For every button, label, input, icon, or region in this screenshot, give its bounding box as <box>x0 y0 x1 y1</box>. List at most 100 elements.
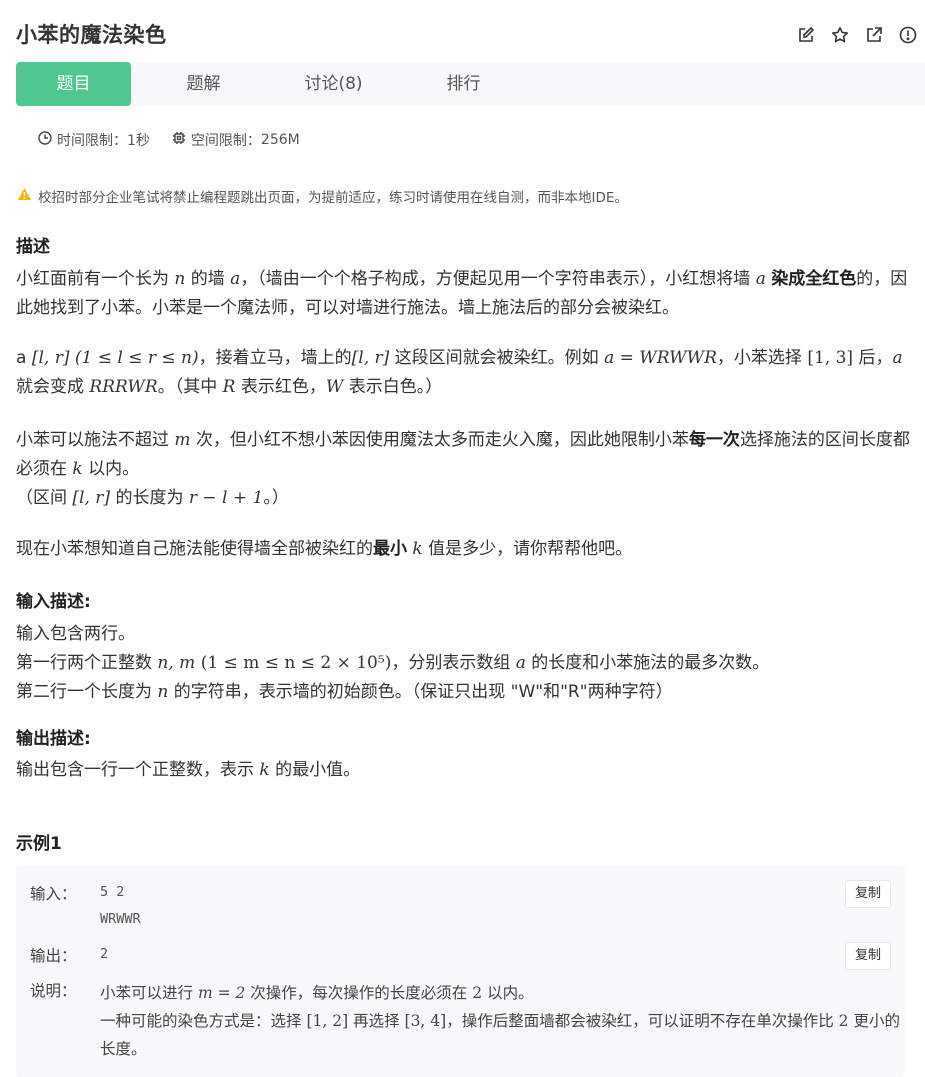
chip-icon <box>172 131 186 149</box>
math: n <box>174 269 186 289</box>
text: 后， <box>858 348 893 368</box>
example-input-row: 输入： 5 2 WRWWR <box>30 882 890 938</box>
text: ，接着立马，墙上的 <box>198 348 352 368</box>
external-link-icon[interactable] <box>863 24 885 46</box>
math: m <box>174 430 191 450</box>
text: 这段区间就会被染红。例如 <box>394 348 599 368</box>
text: 表示白色。） <box>348 377 443 397</box>
text: 输出包含一行一个正整数，表示 <box>16 760 254 780</box>
math: [l, r] <box>72 488 111 508</box>
math: 2 <box>472 984 483 1002</box>
text: 小苯可以进行 <box>100 984 194 1002</box>
math: m = 2 <box>197 984 246 1002</box>
text: 第二行一个长度为 <box>16 682 152 702</box>
math: [l, r] <box>31 348 70 368</box>
output-description: 输出包含一行一个正整数，表示 k 的最小值。 <box>16 756 911 785</box>
text: 的长度为 <box>115 488 184 508</box>
text: 现在小苯想知道自己施法能使得墙全部被染红的 <box>16 539 373 559</box>
text: 。） <box>263 488 289 508</box>
text: 表示红色， <box>240 377 326 397</box>
warning-icon <box>17 187 32 205</box>
description-p1: 小红面前有一个长为 n 的墙 a，（墙由一个个格子构成，方便起见用一个字符串表示… <box>16 265 911 323</box>
notice: 校招时部分企业笔试将禁止编程题跳出页面，为提前适应，练习时请使用在线自测，而非本… <box>17 186 628 206</box>
text: ，小苯选择 <box>716 348 802 368</box>
example-output-label: 输出： <box>30 947 77 965</box>
text: 的最小值。 <box>275 760 361 780</box>
example-input-value[interactable]: 5 2 WRWWR <box>100 879 141 933</box>
output-heading: 输出描述: <box>16 729 91 749</box>
description-p2: a [l, r] (1 ≤ l ≤ r ≤ n)，接着立马，墙上的[l, r] … <box>16 344 911 402</box>
math: a <box>230 269 241 289</box>
tab-bar: 题目 题解 讨论(8) 排行 <box>16 62 925 106</box>
math: n, m <box>157 653 196 673</box>
text: ，分别表示数组 <box>391 653 511 673</box>
text: 的墙 <box>190 269 225 289</box>
text: 一种可能的染色方式是：选择 <box>100 1012 302 1030</box>
math: 2 <box>838 1012 849 1030</box>
header-actions <box>795 24 919 46</box>
math: a <box>515 653 526 673</box>
clock-icon <box>38 131 52 149</box>
math: n <box>157 682 169 702</box>
math: k <box>72 459 83 479</box>
text: 输入包含两行。 <box>16 624 135 644</box>
example-heading: 示例1 <box>16 834 62 854</box>
space-limit-label: 空间限制： <box>190 133 261 149</box>
text: ，操作后整面墙都会被染红，可以证明不存在单次操作比 <box>446 1012 834 1030</box>
copy-input-button[interactable]: 复制 <box>845 880 891 908</box>
alert-icon[interactable] <box>897 24 919 46</box>
text: 小苯可以施法不超过 <box>16 430 169 450</box>
text: 以内。 <box>487 984 534 1002</box>
math: (1 ≤ l ≤ r ≤ n) <box>74 348 199 368</box>
text: ，（墙由一个个格子构成，方便起见用一个字符串表示），小红想将墙 <box>240 269 751 289</box>
bold-text: 最小 <box>373 539 407 559</box>
example-input-label: 输入： <box>30 885 77 903</box>
text: 值是多少，请你帮帮他吧。 <box>428 539 633 559</box>
text: 次，但小红不想小苯因使用魔法太多而走火入魔，因此她限制小苯 <box>195 430 689 450</box>
text: 再选择 <box>353 1012 400 1030</box>
edit-icon[interactable] <box>795 24 817 46</box>
math: a = WRWWR <box>604 348 717 368</box>
star-icon[interactable] <box>829 24 851 46</box>
text: 。（其中 <box>157 377 218 397</box>
tab-solutions[interactable]: 题解 <box>146 62 261 106</box>
example-explanation-row: 说明： 小苯可以进行 m = 2 次操作，每次操作的长度必须在 2 以内。一种可… <box>30 979 910 1069</box>
notice-text: 校招时部分企业笔试将禁止编程题跳出页面，为提前适应，练习时请使用在线自测，而非本… <box>38 190 628 206</box>
space-limit: 空间限制： 256M <box>172 130 300 150</box>
text: 的长度和小苯施法的最多次数。 <box>531 653 770 673</box>
tab-discussion[interactable]: 讨论(8) <box>276 62 391 106</box>
math: RRRWR <box>89 377 158 397</box>
time-limit-label: 时间限制： <box>57 133 127 149</box>
example-explanation: 小苯可以进行 m = 2 次操作，每次操作的长度必须在 2 以内。一种可能的染色… <box>100 979 900 1063</box>
example-output-value[interactable]: 2 <box>100 941 108 968</box>
copy-output-button[interactable]: 复制 <box>845 942 891 970</box>
description-p4: 现在小苯想知道自己施法能使得墙全部被染红的最小 k 值是多少，请你帮帮他吧。 <box>16 535 911 564</box>
math: r − l + 1 <box>188 488 264 508</box>
example-box: 输入： 5 2 WRWWR 复制 输出： 2 复制 说明： 小苯可以进行 m =… <box>16 866 905 1077</box>
math: (1 ≤ m ≤ n ≤ 2 × 10⁵) <box>200 653 392 673</box>
page-title: 小苯的魔法染色 <box>16 23 167 47</box>
math: k <box>259 760 270 780</box>
text: （区间 <box>16 488 67 508</box>
tab-problem[interactable]: 题目 <box>16 62 131 106</box>
text: 就会变成 <box>16 377 84 397</box>
example-input-line: WRWWR <box>100 911 141 927</box>
example-explanation-label: 说明： <box>30 982 77 1000</box>
text: 第一行两个正整数 <box>16 653 152 673</box>
math: R <box>222 377 236 397</box>
math: [1, 2] <box>306 1012 349 1030</box>
time-limit: 时间限制： 1秒 <box>38 130 150 150</box>
text: 小红面前有一个长为 <box>16 269 169 289</box>
example-input-line: 5 2 <box>100 884 125 900</box>
math: [1, 3] <box>807 348 854 368</box>
example-output-row: 输出： 2 <box>30 944 890 970</box>
math: k <box>412 539 423 559</box>
bold-text: 染成全红色 <box>771 269 857 289</box>
math: W <box>325 377 344 397</box>
time-limit-value: 1秒 <box>127 133 150 149</box>
math: a <box>892 348 903 368</box>
bold-text: 每一次 <box>688 430 740 450</box>
description-heading: 描述 <box>16 237 50 257</box>
text: 次操作，每次操作的长度必须在 <box>250 984 468 1002</box>
tab-ranking[interactable]: 排行 <box>406 62 521 106</box>
